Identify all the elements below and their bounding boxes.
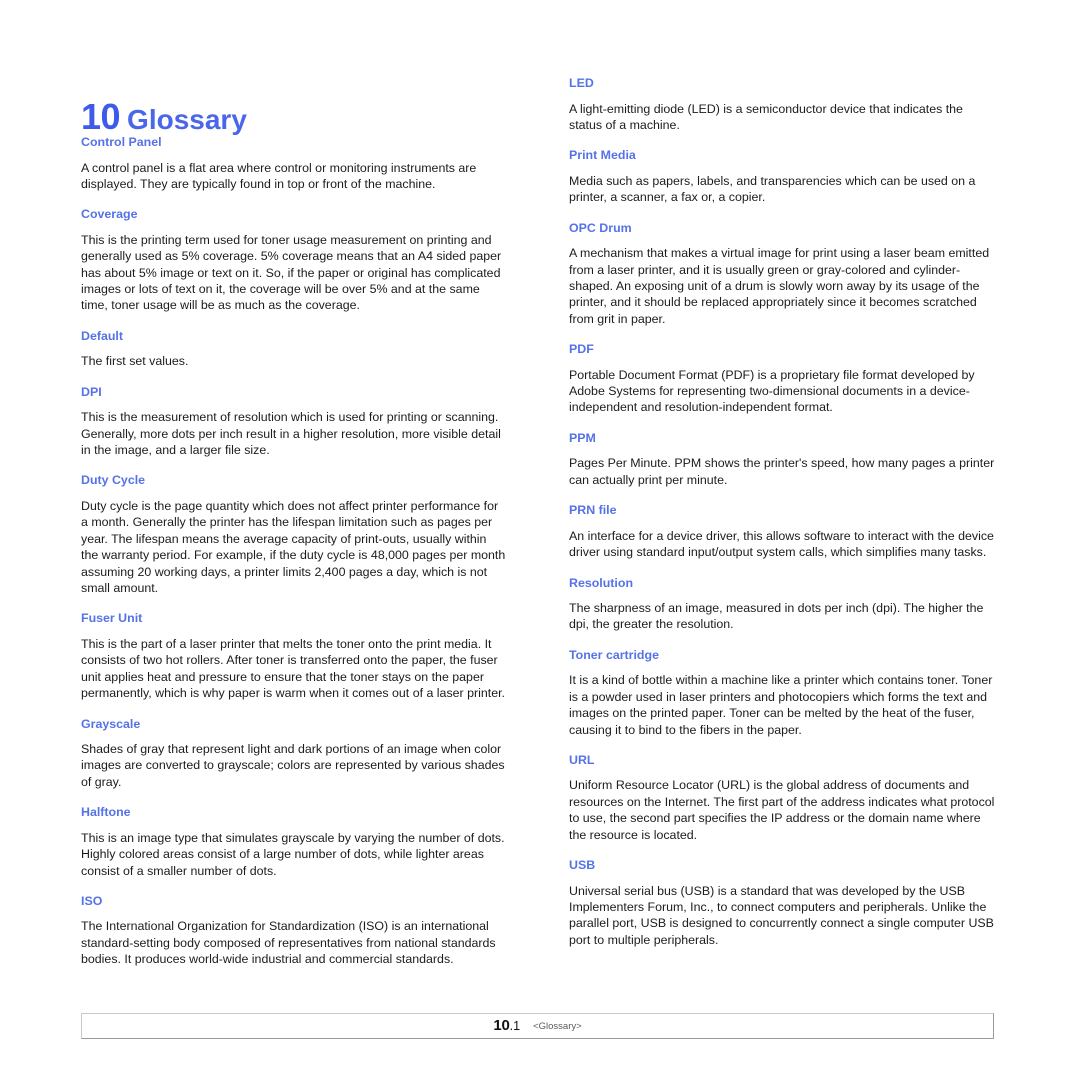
- glossary-term: Duty Cycle: [81, 473, 146, 488]
- glossary-entry: Default The first set values.: [81, 329, 507, 370]
- glossary-entry: Duty Cycle Duty cycle is the page quantit…: [81, 473, 507, 596]
- glossary-definition: This is an image type that simulates gra…: [81, 830, 505, 878]
- glossary-term: Print Media: [569, 148, 636, 163]
- glossary-definition: Shades of gray that represent light and …: [81, 742, 505, 789]
- glossary-term: Toner cartridge: [569, 647, 659, 662]
- glossary-entry: PDF Portable Document Format (PDF) is a p…: [569, 342, 995, 416]
- glossary-term: PRN file: [569, 503, 617, 518]
- glossary-term: URL: [569, 752, 595, 767]
- glossary-term: Grayscale: [81, 716, 141, 731]
- glossary-term: LED: [569, 76, 594, 90]
- glossary-term: ISO: [81, 893, 103, 908]
- glossary-entry: DPI This is the measurement of resolution…: [81, 385, 507, 459]
- glossary-definition: Portable Document Format (PDF) is a prop…: [569, 367, 975, 415]
- glossary-definition: An interface for a device driver, this a…: [569, 528, 994, 560]
- glossary-page: 10 Glossary Control Panel A control panel …: [0, 0, 1080, 1080]
- glossary-term: Fuser Unit: [81, 611, 143, 626]
- glossary-column-left: Control Panel A control panel is a flat a…: [81, 76, 507, 968]
- footer-page-major: 10: [493, 1017, 510, 1034]
- footer-section-label: <Glossary>: [533, 1020, 582, 1032]
- glossary-entry: Control Panel A control panel is a flat a…: [81, 135, 507, 192]
- glossary-term: PDF: [569, 342, 594, 357]
- glossary-definition: Universal serial bus (USB) is a standard…: [569, 883, 994, 947]
- glossary-term: Resolution: [569, 575, 634, 590]
- glossary-definition: This is the measurement of resolution wh…: [81, 410, 501, 458]
- glossary-definition: Pages Per Minute. PPM shows the printer'…: [569, 456, 995, 487]
- glossary-term: PPM: [569, 430, 596, 445]
- glossary-definition: A control panel is a flat area where con…: [81, 160, 477, 191]
- glossary-entry: Coverage This is the printing term used f…: [81, 207, 507, 314]
- glossary-term: Default: [81, 328, 123, 343]
- glossary-entry: LED A light-emitting diode (LED) is a sem…: [569, 76, 995, 133]
- glossary-term: OPC Drum: [569, 220, 632, 235]
- glossary-definition: This is the part of a laser printer that…: [81, 636, 505, 701]
- footer-page-minor: .1: [509, 1019, 521, 1033]
- glossary-definition: A light-emitting diode (LED) is a semico…: [569, 101, 963, 132]
- page-footer: 10.1 <Glossary>: [81, 1013, 994, 1039]
- glossary-definition: Uniform Resource Locator (URL) is the gl…: [569, 778, 995, 842]
- glossary-entry: PPM Pages Per Minute. PPM shows the print…: [569, 431, 995, 488]
- glossary-definition: The International Organization for Stand…: [81, 919, 496, 967]
- glossary-entry: URL Uniform Resource Locator (URL) is the…: [569, 753, 995, 843]
- glossary-term: Halftone: [81, 805, 131, 820]
- glossary-entry: Grayscale Shades of gray that represent l…: [81, 717, 507, 791]
- glossary-entry: Halftone This is an image type that simul…: [81, 805, 507, 879]
- glossary-term: USB: [569, 858, 596, 873]
- glossary-term: Control Panel: [81, 135, 162, 149]
- glossary-entry: Resolution The sharpness of an image, mea…: [569, 576, 995, 633]
- glossary-definition: Duty cycle is the page quantity which do…: [81, 498, 506, 595]
- glossary-entry: OPC Drum A mechanism that makes a virtual…: [569, 221, 995, 328]
- footer-content: 10.1 <Glossary>: [82, 1014, 993, 1038]
- footer-page-number: 10.1: [493, 1017, 520, 1035]
- glossary-entry: Print Media Media such as papers, labels,…: [569, 148, 995, 205]
- glossary-definition: The sharpness of an image, measured in d…: [569, 601, 984, 632]
- glossary-entry: ISO The International Organization for St…: [81, 894, 507, 968]
- glossary-definition: This is the printing term used for toner…: [81, 232, 502, 313]
- glossary-entry: Toner cartridge It is a kind of bottle wi…: [569, 648, 995, 738]
- glossary-definition: It is a kind of bottle within a machine …: [569, 673, 993, 737]
- glossary-entry: PRN file An interface for a device driver…: [569, 503, 995, 560]
- glossary-column-right: LED A light-emitting diode (LED) is a sem…: [569, 76, 995, 948]
- glossary-entry: USB Universal serial bus (USB) is a stand…: [569, 858, 995, 948]
- glossary-entry: Fuser Unit This is the part of a laser pr…: [81, 611, 507, 701]
- glossary-definition: The first set values.: [81, 354, 189, 369]
- glossary-term: DPI: [81, 384, 102, 399]
- glossary-term: Coverage: [81, 207, 138, 222]
- glossary-definition: A mechanism that makes a virtual image f…: [569, 246, 990, 326]
- glossary-definition: Media such as papers, labels, and transp…: [569, 173, 976, 205]
